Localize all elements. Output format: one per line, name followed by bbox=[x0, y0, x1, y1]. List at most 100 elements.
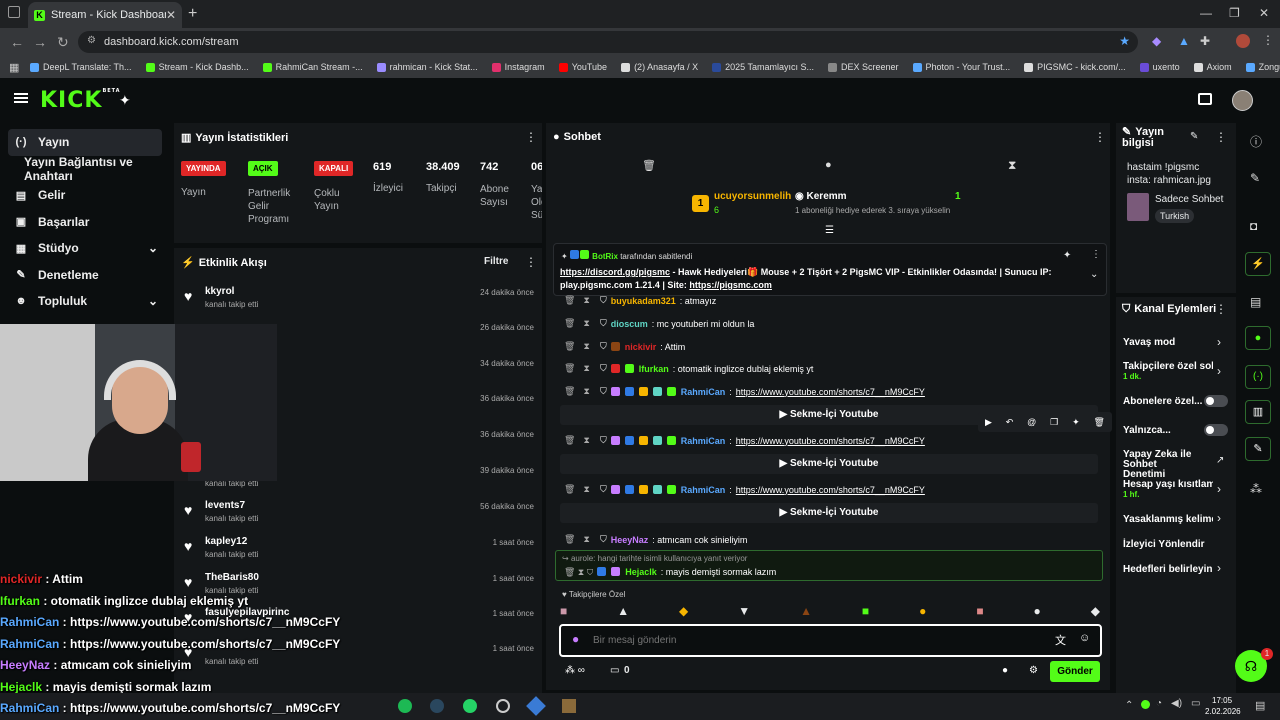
inline-youtube-button[interactable]: ▶ Sekme-İçi Youtube bbox=[560, 503, 1098, 523]
chat-input-box[interactable]: ● 文 ☺ bbox=[559, 624, 1102, 657]
bookmark-item[interactable]: Stream - Kick Dashb... bbox=[145, 62, 249, 72]
screen-icon[interactable]: ◘ bbox=[1250, 219, 1257, 233]
close-window-icon[interactable]: ✕ bbox=[1259, 6, 1269, 20]
tab-menu-icon[interactable] bbox=[8, 6, 20, 18]
bookmark-star-icon[interactable]: ★ bbox=[1119, 34, 1130, 48]
apps-grid-icon[interactable]: ▦ bbox=[9, 61, 19, 74]
chevron-right-icon[interactable]: › bbox=[1217, 335, 1221, 349]
clock-date[interactable]: 2.02.2026 bbox=[1205, 707, 1241, 716]
bookmark-item[interactable]: RahmiCan Stream -... bbox=[262, 62, 363, 72]
bookmark-item[interactable]: Photon - Your Trust... bbox=[912, 62, 1010, 72]
edit-icon[interactable]: ✎ bbox=[1250, 171, 1260, 185]
sidebar-item-denetleme[interactable]: ✎ Denetleme bbox=[0, 262, 170, 289]
chevron-right-icon[interactable]: › bbox=[1217, 482, 1221, 496]
reload-icon[interactable]: ↻ bbox=[57, 34, 69, 51]
unpin-icon[interactable]: ✦ bbox=[1063, 250, 1071, 261]
feed-menu-icon[interactable]: ⋮ bbox=[525, 255, 537, 269]
bookmark-item[interactable]: rahmican - Kick Stat... bbox=[376, 62, 478, 72]
tools-rail-icon[interactable]: ✎ bbox=[1245, 437, 1271, 461]
info-icon[interactable]: ⓘ bbox=[1250, 133, 1262, 150]
action-subscribers-only[interactable]: Abonelere özel... bbox=[1123, 396, 1202, 407]
extensions-puzzle-icon[interactable]: ✚ bbox=[1200, 34, 1210, 48]
tray-chevron-icon[interactable]: ⌃ bbox=[1125, 700, 1133, 711]
bookmark-item[interactable]: uxento bbox=[1139, 62, 1180, 72]
back-icon[interactable]: ← bbox=[10, 34, 24, 50]
minimize-icon[interactable]: — bbox=[1200, 6, 1212, 20]
sidebar-item-studyo[interactable]: ▦ Stüdyo ⌄ bbox=[0, 235, 170, 262]
profile-avatar[interactable] bbox=[1236, 34, 1250, 48]
chevron-right-icon[interactable]: › bbox=[1217, 561, 1221, 575]
broadcast-rail-icon[interactable]: (·) bbox=[1245, 365, 1271, 389]
action-emotes-only[interactable]: Yalnızca... bbox=[1123, 425, 1171, 436]
clipboard-icon[interactable]: ▤ bbox=[1250, 295, 1261, 309]
gifter-name[interactable]: ucuyorsunmelih bbox=[714, 191, 791, 202]
hamburger-menu-icon[interactable] bbox=[14, 93, 28, 103]
clock-time[interactable]: 17:05 bbox=[1212, 696, 1232, 705]
extension-icon[interactable]: ▲ bbox=[1178, 34, 1190, 48]
inline-youtube-button[interactable]: ▶ Sekme-İçi Youtube bbox=[560, 454, 1098, 474]
emote-icon[interactable]: ■ bbox=[862, 604, 869, 622]
mention-icon[interactable]: @ bbox=[1027, 417, 1036, 427]
emote-icon[interactable]: ● bbox=[919, 604, 926, 622]
bookmark-item[interactable]: 2025 Tamamlayıcı S... bbox=[712, 62, 814, 72]
browser-tab[interactable]: K Stream - Kick Dashboard ✕ bbox=[28, 2, 182, 28]
activity-rail-icon[interactable]: ▥ bbox=[1245, 400, 1271, 424]
steam-icon[interactable] bbox=[430, 699, 444, 713]
chevron-right-icon[interactable]: › bbox=[1217, 364, 1221, 378]
emote-icon[interactable]: ◆ bbox=[679, 604, 688, 622]
notifications-icon[interactable]: ▤ bbox=[1255, 699, 1265, 712]
bookmark-item[interactable]: Zonguldak İngilizce... bbox=[1245, 62, 1280, 72]
bookmark-item[interactable]: YouTube bbox=[558, 62, 607, 72]
filter-button[interactable]: Filtre bbox=[484, 256, 508, 267]
send-button[interactable]: Gönder bbox=[1050, 661, 1100, 682]
reply-icon[interactable]: ↶ bbox=[1006, 417, 1014, 428]
bookmark-item[interactable]: DeepL Translate: Th... bbox=[30, 62, 132, 72]
emoji-icon[interactable]: ☺ bbox=[1079, 632, 1090, 644]
chat-rail-icon[interactable]: ● bbox=[1245, 326, 1271, 350]
bookmark-item[interactable]: PIGSMC - kick.com/... bbox=[1024, 62, 1126, 72]
emote-icon[interactable]: ■ bbox=[560, 604, 567, 622]
bookmark-item[interactable]: Instagram bbox=[491, 62, 545, 72]
emote-icon[interactable]: ■ bbox=[976, 604, 983, 622]
chat-mode-icon[interactable]: ● bbox=[825, 159, 832, 171]
chevron-down-icon[interactable]: ⌄ bbox=[1090, 269, 1098, 280]
pin-icon[interactable]: ✦ bbox=[119, 92, 131, 109]
expand-icon[interactable]: ☰ bbox=[825, 225, 834, 236]
url-input[interactable]: ⚙ dashboard.kick.com/stream ★ bbox=[78, 31, 1138, 53]
action-account-age[interactable]: Hesap yaşı kısıtlama bbox=[1123, 479, 1213, 490]
app-icon[interactable] bbox=[562, 699, 576, 713]
stats-menu-icon[interactable]: ⋮ bbox=[525, 130, 537, 144]
sidebar-item-stream-key[interactable]: Yayın Bağlantısı ve Anahtarı bbox=[0, 155, 170, 183]
subscribers-only-toggle[interactable] bbox=[1204, 395, 1228, 407]
wifi-icon[interactable]: ◔ bbox=[1156, 698, 1162, 709]
speaker-icon[interactable]: ◀) bbox=[1171, 698, 1182, 709]
share-icon[interactable]: ⁂ bbox=[1250, 482, 1262, 496]
bookmark-item[interactable]: (2) Anasayfa / X bbox=[621, 62, 698, 72]
emote-icon[interactable]: ◆ bbox=[1091, 604, 1100, 622]
obs-icon[interactable] bbox=[496, 699, 510, 713]
pinned-menu-icon[interactable]: ⋮ bbox=[1091, 249, 1101, 260]
external-link-icon[interactable]: ↗ bbox=[1216, 455, 1224, 466]
sidebar-item-basarilar[interactable]: ▣ Başarılar bbox=[0, 209, 170, 236]
restore-icon[interactable]: ❐ bbox=[1229, 6, 1240, 20]
chat-menu-icon[interactable]: ⋮ bbox=[1094, 130, 1106, 144]
chat-message-input[interactable] bbox=[593, 631, 1023, 649]
browser-menu-icon[interactable]: ⋮ bbox=[1262, 33, 1274, 47]
translate-icon[interactable]: 文 bbox=[1055, 632, 1066, 648]
chevron-right-icon[interactable]: › bbox=[1217, 511, 1221, 525]
sidebar-item-gelir[interactable]: ▤ Gelir bbox=[0, 182, 170, 209]
tray-app-icon[interactable] bbox=[1141, 700, 1150, 709]
action-slow-mode[interactable]: Yavaş mod bbox=[1123, 337, 1175, 348]
wallet-icon[interactable] bbox=[1198, 93, 1212, 105]
bookmark-item[interactable]: DEX Screener bbox=[827, 62, 899, 72]
emotes-only-toggle[interactable] bbox=[1204, 424, 1228, 436]
gift-box-icon[interactable]: ▭ bbox=[610, 665, 619, 676]
top-gifter[interactable]: ◉ Keremm bbox=[795, 191, 847, 202]
action-raid[interactable]: İzleyici Yönlendir bbox=[1123, 539, 1205, 550]
close-tab-icon[interactable]: ✕ bbox=[166, 8, 176, 22]
user-avatar[interactable] bbox=[1232, 90, 1253, 111]
action-ai-moderation[interactable]: Yapay Zeka ile Sohbet Denetimi bbox=[1123, 450, 1199, 480]
channel-points-icon[interactable]: ⁂ ∞ bbox=[565, 665, 585, 676]
emote-icon[interactable]: ● bbox=[1034, 604, 1041, 622]
bookmark-item[interactable]: Axiom bbox=[1193, 62, 1232, 72]
